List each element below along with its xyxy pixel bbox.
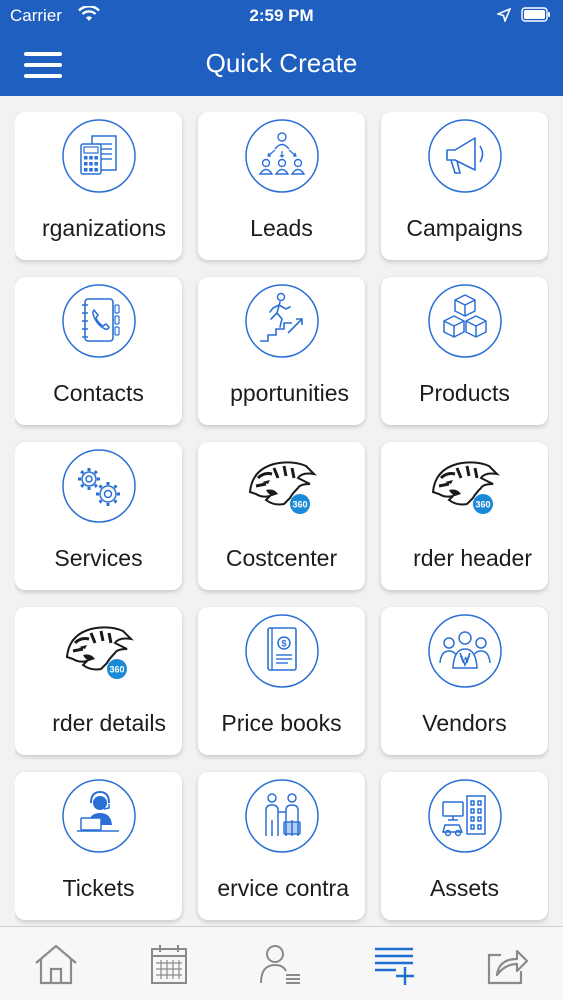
tile-label: Costcenter — [225, 545, 338, 571]
tiger-360-icon: 360 — [65, 626, 134, 679]
tile-label: rder details — [52, 710, 166, 736]
tile-assets[interactable]: Assets — [381, 772, 548, 920]
calculator-document-icon — [62, 119, 136, 193]
tab-bar — [0, 926, 563, 1000]
tab-share[interactable] — [479, 941, 535, 987]
price-book-icon: $ — [245, 614, 319, 688]
tiger-360-icon: 360 — [431, 461, 500, 514]
clock: 2:59 PM — [249, 6, 314, 25]
gears-icon — [62, 449, 136, 523]
tile-tickets[interactable]: Tickets — [15, 772, 182, 920]
calendar-icon — [151, 945, 187, 984]
tile-label: ervice contra — [217, 875, 349, 901]
tile-opportunities[interactable]: pportunities — [198, 277, 365, 425]
tile-label: pportunities — [230, 380, 349, 406]
nav-bar: Quick Create — [0, 32, 563, 96]
tile-label: Services — [54, 545, 143, 571]
tile-label: Campaigns — [406, 215, 523, 241]
status-bar: Carrier 2:59 PM — [0, 0, 563, 32]
tile-contacts[interactable]: Contacts — [15, 277, 182, 425]
tile-leads[interactable]: Leads — [198, 112, 365, 260]
support-agent-icon — [62, 779, 136, 853]
home-icon — [35, 944, 77, 985]
quick-create-grid: rganizations Leads Campaigns Contacts pp… — [15, 112, 549, 926]
tile-label: Assets — [429, 875, 500, 901]
tile-vendors[interactable]: W Vendors — [381, 607, 548, 755]
contacts-list-icon — [260, 945, 300, 984]
share-icon — [487, 949, 529, 985]
tile-label: Contacts — [53, 380, 144, 406]
tile-label: Vendors — [422, 710, 507, 736]
phone-book-icon — [62, 284, 136, 358]
svg-text:$: $ — [281, 639, 286, 649]
tile-order-details[interactable]: 360 rder details — [15, 607, 182, 755]
vendors-icon: W — [428, 614, 502, 688]
tile-label: Price books — [221, 710, 342, 736]
svg-text:W: W — [460, 654, 471, 666]
service-contract-icon — [245, 779, 319, 853]
tile-label: Products — [419, 380, 510, 406]
assets-icon — [428, 779, 502, 853]
tile-label: Tickets — [62, 875, 135, 901]
tiger-360-icon: 360 — [248, 461, 317, 514]
tile-label: rder header — [413, 545, 532, 571]
tile-label: rganizations — [41, 215, 166, 241]
people-hierarchy-icon — [245, 119, 319, 193]
tile-services[interactable]: Services — [15, 442, 182, 590]
tab-quick-create[interactable] — [366, 941, 422, 987]
tile-campaigns[interactable]: Campaigns — [381, 112, 548, 260]
boxes-icon — [428, 284, 502, 358]
location-arrow-icon — [495, 7, 512, 27]
badge-360: 360 — [292, 500, 307, 510]
tile-costcenter[interactable]: 360 Costcenter — [198, 442, 365, 590]
tile-order-header[interactable]: 360 rder header — [381, 442, 548, 590]
tab-home[interactable] — [28, 941, 84, 987]
tile-products[interactable]: Products — [381, 277, 548, 425]
megaphone-icon — [428, 119, 502, 193]
tab-contacts[interactable] — [253, 941, 309, 987]
quick-create-icon — [375, 947, 414, 985]
tab-calendar[interactable] — [141, 941, 197, 987]
badge-360: 360 — [475, 500, 490, 510]
tile-price-books[interactable]: $ Price books — [198, 607, 365, 755]
tile-organizations[interactable]: rganizations — [15, 112, 182, 260]
page-title: Quick Create — [205, 48, 358, 78]
badge-360: 360 — [109, 665, 124, 675]
tile-service-contracts[interactable]: ervice contra — [198, 772, 365, 920]
tile-label: Leads — [250, 215, 313, 241]
battery-icon — [521, 7, 551, 27]
running-stairs-icon — [245, 284, 319, 358]
